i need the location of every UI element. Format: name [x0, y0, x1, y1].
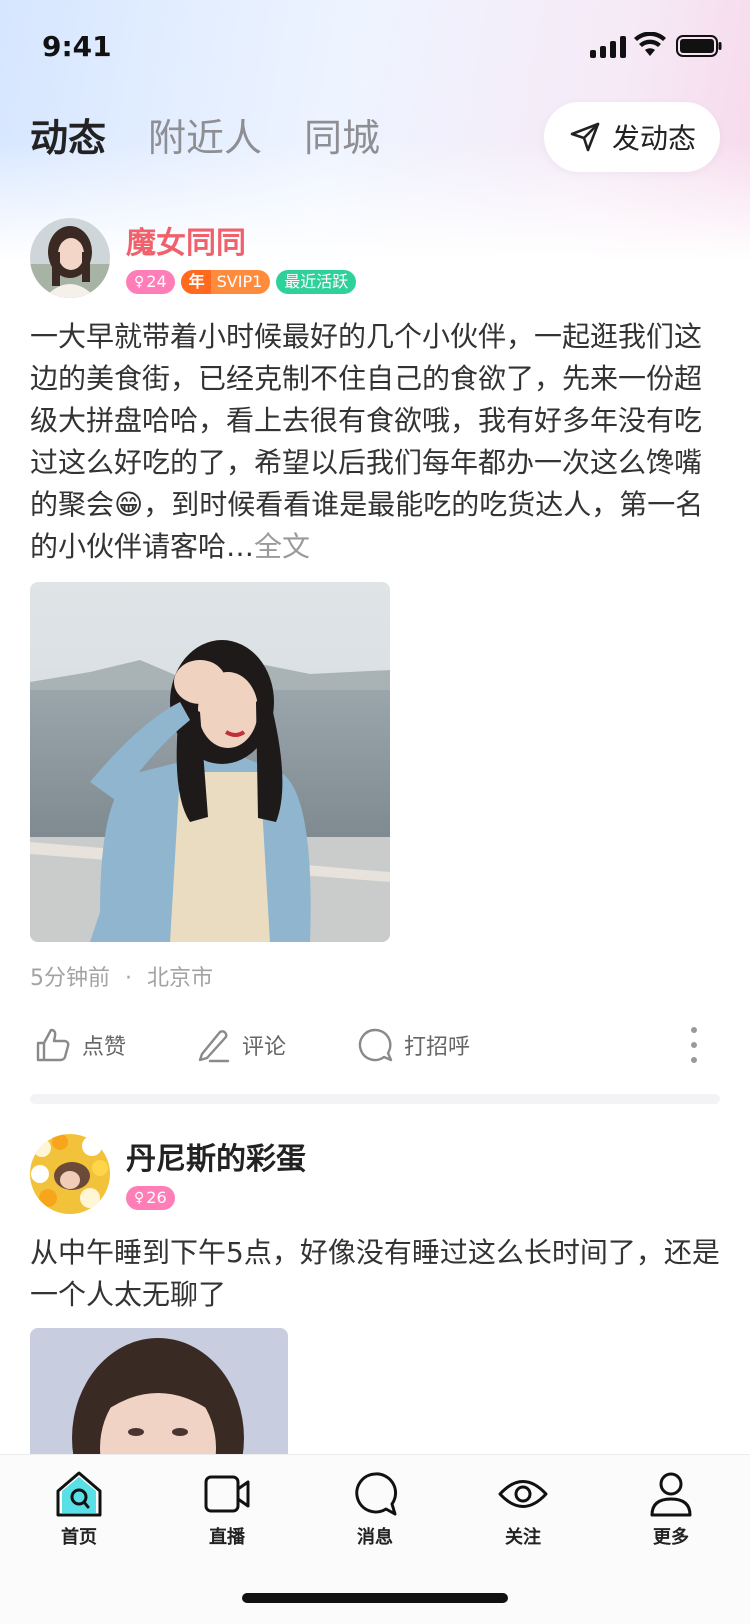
username[interactable]: 丹尼斯的彩蛋 — [126, 1134, 306, 1178]
tab-nearby[interactable]: 附近人 — [148, 107, 262, 162]
pencil-icon — [198, 1030, 230, 1063]
chat-bubble-icon — [358, 1028, 393, 1062]
tab-home[interactable]: 首页 — [24, 1469, 134, 1559]
user-badges: ♀ 24 年 SVIP1 最近活跃 — [126, 270, 357, 294]
tab-same-city[interactable]: 同城 — [304, 107, 380, 162]
full-text-link[interactable]: 全文 — [254, 530, 310, 563]
post-location: 北京市 — [147, 966, 214, 991]
tab-follow-label: 关注 — [505, 1527, 541, 1548]
more-options-icon[interactable] — [688, 1025, 700, 1065]
like-label: 点赞 — [82, 1035, 127, 1060]
tab-messages[interactable]: 消息 — [320, 1469, 430, 1559]
post-header: 丹尼斯的彩蛋 ♀ 26 — [30, 1134, 720, 1214]
tab-feed[interactable]: 动态 — [30, 107, 106, 162]
user-badges: ♀ 26 — [126, 1186, 175, 1210]
status-bar: 9:41 — [0, 0, 750, 90]
wifi-icon — [634, 32, 666, 56]
age-value: 24 — [146, 272, 167, 291]
home-indicator — [242, 1593, 508, 1603]
avatar[interactable] — [30, 218, 110, 298]
signal-icon — [590, 36, 626, 58]
post-photo[interactable] — [30, 1328, 288, 1458]
svip-badge: 年 SVIP1 — [180, 270, 271, 294]
send-icon — [570, 122, 600, 152]
post-text: 一大早就带着小时候最好的几个小伙伴，一起逛我们这边的美食街，已经克制不住自己的食… — [30, 316, 720, 568]
post-meta: 5分钟前 · 北京市 — [30, 960, 213, 992]
svip-level: SVIP1 — [216, 272, 263, 291]
feed-divider — [30, 1094, 720, 1104]
gender-age-badge: ♀ 24 — [126, 270, 175, 294]
greet-button[interactable]: 打招呼 — [356, 1020, 470, 1070]
battery-icon — [676, 35, 722, 57]
status-time: 9:41 — [42, 30, 112, 63]
tab-live-label: 直播 — [209, 1527, 245, 1548]
meta-separator: · — [125, 966, 132, 991]
post-button[interactable]: 发动态 — [544, 102, 720, 172]
tab-home-label: 首页 — [61, 1527, 97, 1548]
post-header: 魔女同同 ♀ 24 年 SVIP1 最近活跃 — [30, 218, 720, 298]
gender-age-badge: ♀ 26 — [126, 1186, 175, 1210]
female-icon: ♀ — [134, 1190, 145, 1206]
tab-more[interactable]: 更多 — [616, 1469, 726, 1559]
post-time: 5分钟前 — [30, 966, 110, 991]
video-icon — [204, 1475, 250, 1513]
greet-label: 打招呼 — [404, 1035, 471, 1060]
home-icon — [56, 1471, 102, 1517]
year-label: 年 — [180, 270, 211, 294]
feed-post: 魔女同同 ♀ 24 年 SVIP1 最近活跃 一大早就带着小时候最好的几个小伙伴，一… — [30, 218, 720, 568]
avatar[interactable] — [30, 1134, 110, 1214]
user-icon — [650, 1472, 692, 1517]
tab-messages-label: 消息 — [357, 1527, 393, 1548]
comment-button[interactable]: 评论 — [194, 1020, 286, 1070]
feed-post: 丹尼斯的彩蛋 ♀ 26 从中午睡到下午5点，好像没有睡过这么长时间了，还是一个人太… — [30, 1134, 720, 1316]
tab-follow[interactable]: 关注 — [468, 1469, 578, 1559]
comment-label: 评论 — [242, 1035, 287, 1060]
post-body: 一大早就带着小时候最好的几个小伙伴，一起逛我们这边的美食街，已经克制不住自己的食… — [30, 320, 704, 563]
post-photo[interactable] — [30, 582, 390, 942]
top-tabs: 动态 附近人 同城 — [30, 104, 422, 164]
recently-active-badge: 最近活跃 — [276, 270, 357, 294]
age-value: 26 — [146, 1188, 167, 1207]
female-icon: ♀ — [134, 274, 145, 290]
eye-icon — [498, 1480, 548, 1508]
post-button-label: 发动态 — [611, 122, 696, 155]
post-text: 从中午睡到下午5点，好像没有睡过这么长时间了，还是一个人太无聊了 — [30, 1236, 720, 1311]
thumbs-up-icon — [36, 1028, 70, 1062]
tab-more-label: 更多 — [653, 1527, 689, 1548]
post-actions: 点赞 评论 打招呼 — [30, 1020, 720, 1070]
tab-live[interactable]: 直播 — [172, 1469, 282, 1559]
message-icon — [355, 1472, 398, 1516]
like-button[interactable]: 点赞 — [34, 1020, 126, 1070]
username[interactable]: 魔女同同 — [126, 218, 246, 262]
